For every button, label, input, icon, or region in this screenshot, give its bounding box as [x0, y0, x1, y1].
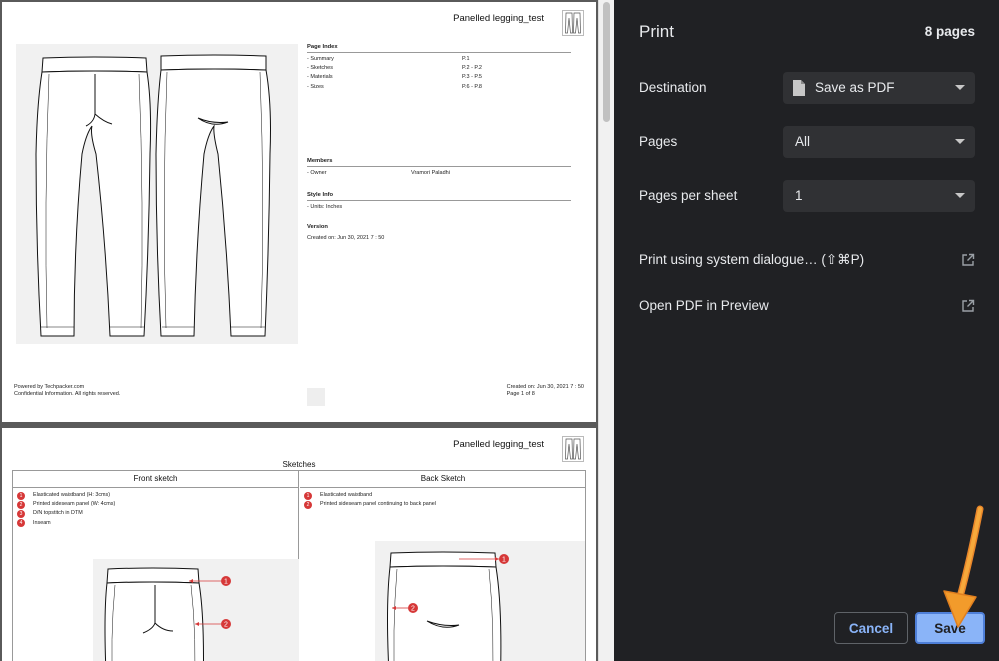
preview-scrollbar[interactable]	[598, 0, 614, 661]
legend-item: 3 D/N topstitch in DTM	[17, 509, 294, 518]
system-dialog-link[interactable]: Print using system dialogue… (⇧⌘P)	[639, 252, 975, 272]
pages-per-sheet-label: Pages per sheet	[639, 188, 738, 203]
scrollbar-thumb[interactable]	[603, 2, 610, 122]
footer-created-text: Created on: Jun 30, 2021 7 : 50	[506, 384, 584, 390]
pages-value: All	[795, 134, 811, 149]
destination-label: Destination	[639, 80, 707, 95]
open-external-icon	[962, 299, 975, 312]
version-section: Version Created on: Jun 30, 2021 7 : 50	[307, 224, 571, 243]
list-item: - Sketches P.2 - P.2	[307, 64, 571, 73]
list-item: - Summary P.1	[307, 55, 571, 64]
print-preview-area: Panelled legging_test Page Index - Summa…	[0, 0, 600, 661]
footer-placeholder-box	[307, 388, 325, 406]
section-heading: Style Info	[307, 192, 571, 201]
marker-number: 1	[17, 491, 25, 500]
index-label: - Summary	[307, 56, 334, 62]
preview-page-2: Panelled legging_test Sketches Front ske…	[2, 428, 596, 661]
legend-item: 1 Elasticated waistband	[304, 491, 582, 500]
front-sketch-column: Front sketch 1 Elasticated waistband (H: …	[13, 471, 299, 661]
section-heading: Version	[307, 224, 328, 230]
front-legging-sketch: 1 2	[104, 567, 231, 661]
index-pages: P.3 - P.5	[462, 74, 482, 81]
open-pdf-preview-link[interactable]: Open PDF in Preview	[639, 298, 975, 318]
destination-value: Save as PDF	[815, 80, 895, 95]
front-marker-1: 1	[224, 579, 228, 586]
legging-flat-sketch	[35, 54, 271, 337]
system-dialog-label: Print using system dialogue… (⇧⌘P)	[639, 252, 865, 267]
back-legging-sketch: 1 2	[387, 551, 509, 661]
member-name: Vramori Paladhi	[411, 170, 450, 176]
destination-select[interactable]: Save as PDF	[783, 72, 975, 104]
front-legend: 1 Elasticated waistband (H: 3cms) 2 Printe…	[13, 488, 298, 531]
style-units: - Units: Inches	[307, 204, 343, 210]
marker-number: 1	[304, 491, 312, 500]
legend-item: 4 Inseam	[17, 519, 294, 528]
back-marker-1: 1	[502, 557, 506, 564]
back-marker-2: 2	[411, 606, 415, 613]
index-pages: P.2 - P.2	[462, 65, 482, 72]
front-marker-2: 2	[224, 622, 228, 629]
index-pages: P.1	[462, 56, 470, 62]
page-footer-left: Powered by Techpacker.com Confidential I…	[14, 384, 120, 398]
marker-number: 2	[304, 500, 312, 509]
back-sketch-column: Back Sketch 1 Elasticated waistband 2 Prin…	[300, 471, 586, 661]
page-count: 8 pages	[924, 24, 975, 39]
marker-number: 3	[17, 509, 25, 518]
page-footer-right: Created on: Jun 30, 2021 7 : 50 Page 1 o…	[507, 384, 584, 398]
dropdown-caret-icon	[955, 193, 965, 198]
list-item: - Materials P.3 - P.5	[307, 73, 571, 82]
back-sketch-title: Back Sketch	[300, 471, 586, 488]
annotation-arrow-icon	[943, 505, 984, 628]
legend-item: 2 Printed sideseam panel continuing to ba…	[304, 500, 582, 509]
list-item: - Owner Vramori Paladhi	[307, 169, 571, 178]
sketches-heading: Sketches	[282, 460, 316, 469]
pages-select[interactable]: All	[783, 126, 975, 158]
list-item: - Sizes P.6 - P.8	[307, 83, 571, 92]
legend-text: Elasticated waistband (H: 3cms)	[33, 492, 110, 499]
legend-item: 2 Printed sideseam panel (W: 4cms)	[17, 500, 294, 509]
members-section: Members - Owner Vramori Paladhi	[307, 158, 571, 178]
dropdown-caret-icon	[955, 85, 965, 90]
list-item: - Units: Inches	[307, 203, 571, 212]
panel-title: Print	[639, 22, 674, 41]
index-pages: P.6 - P.8	[462, 83, 482, 90]
back-legend: 1 Elasticated waistband 2 Printed sideseam…	[300, 488, 586, 512]
front-sketch-title: Front sketch	[13, 471, 298, 488]
index-label: - Sizes	[307, 83, 324, 90]
legend-text: Inseam	[33, 519, 51, 526]
marker-number: 4	[17, 519, 25, 528]
preview-page-1: Panelled legging_test Page Index - Summa…	[2, 2, 596, 422]
legend-text: Printed sideseam panel continuing to bac…	[320, 501, 436, 508]
confidential-text: Confidential Information. All rights res…	[14, 391, 121, 397]
dropdown-caret-icon	[955, 139, 965, 144]
legend-text: Elasticated waistband	[320, 492, 373, 499]
document-icon	[793, 80, 805, 96]
version-created: Created on: Jun 30, 2021 7 : 50	[307, 235, 385, 241]
pages-per-sheet-value: 1	[795, 188, 803, 203]
legend-text: D/N topstitch in DTM	[33, 510, 83, 517]
legend-text: Printed sideseam panel (W: 4cms)	[33, 501, 116, 508]
open-external-icon	[962, 253, 975, 266]
section-heading: Page Index	[307, 44, 571, 53]
page-index-section: Page Index - Summary P.1 - Sketches P.2 - …	[307, 44, 571, 92]
legend-item: 1 Elasticated waistband (H: 3cms)	[17, 491, 294, 500]
style-info-section: Style Info - Units: Inches	[307, 192, 571, 212]
leggings-logo-icon	[562, 10, 584, 36]
index-label: - Sketches	[307, 65, 333, 72]
document-title: Panelled legging_test	[453, 439, 544, 450]
index-label: - Materials	[307, 74, 333, 81]
pages-label: Pages	[639, 134, 678, 149]
open-preview-label: Open PDF in Preview	[639, 298, 769, 313]
cancel-button[interactable]: Cancel	[834, 612, 908, 644]
leggings-logo-icon	[562, 436, 584, 462]
sketches-table: Front sketch 1 Elasticated waistband (H: …	[12, 470, 586, 661]
document-title: Panelled legging_test	[453, 13, 544, 24]
member-role: - Owner	[307, 170, 327, 176]
page-number-text: Page 1 of 8	[506, 391, 535, 397]
marker-number: 2	[17, 500, 25, 509]
section-heading: Members	[307, 158, 571, 167]
powered-by-text: Powered by Techpacker.com	[14, 384, 85, 390]
pages-per-sheet-select[interactable]: 1	[783, 180, 975, 212]
